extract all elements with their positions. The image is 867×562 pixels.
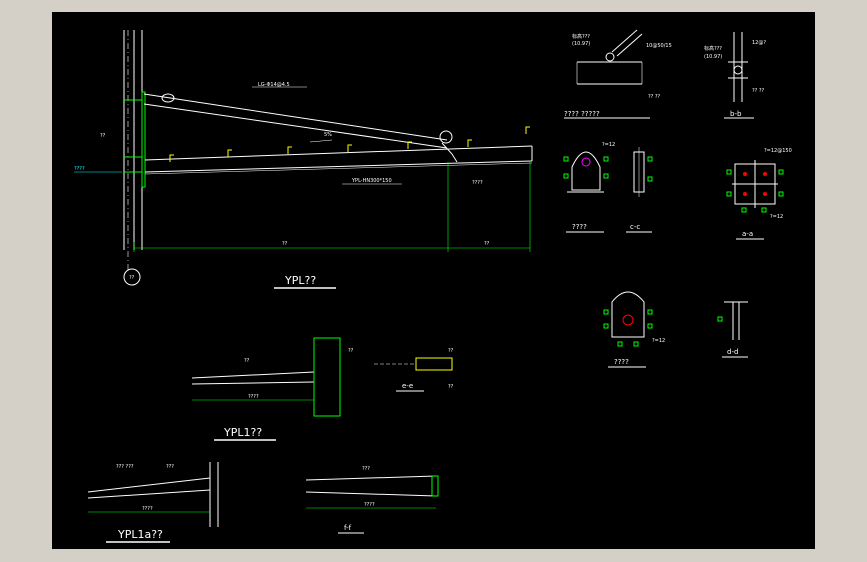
beam-label: YPL-HN300*150 (351, 178, 392, 184)
detail-top-label-2: (10.97) (572, 41, 590, 47)
lug-weld-3 (563, 173, 569, 179)
drawing-svg: ?? LG-Φ14@4.5 YPL-HN300*150 5% ???? ????… (74, 29, 792, 543)
cc-title: c-c (630, 223, 640, 231)
slope-label: 5% (324, 132, 332, 138)
ff-top (305, 475, 437, 481)
section-aa: ?=12@150 ?=12 a-a (726, 148, 792, 240)
bb-pin (733, 65, 743, 75)
cc-weld-1 (647, 156, 653, 162)
slope-arrow (309, 139, 333, 143)
detail-top-rod-1 (611, 29, 638, 53)
aa-label-2: ?=12 (770, 214, 783, 220)
lug-title: ???? (572, 223, 587, 231)
lug-label: ?=12 (602, 142, 615, 148)
detail-top-label-3: 10@50/15 (646, 43, 672, 49)
ee-section (415, 357, 453, 371)
dim-right: ?? (484, 241, 490, 247)
cad-drawing-canvas[interactable]: ?? LG-Φ14@4.5 YPL-HN300*150 5% ???? ????… (52, 12, 815, 549)
ee-title: e-e (402, 382, 413, 390)
bb-label-3: 12@? (752, 40, 766, 46)
application-frame: ?? LG-Φ14@4.5 YPL-HN300*150 5% ???? ????… (0, 0, 867, 562)
detail-top-label-1: 标高??? (572, 33, 590, 40)
detail-top-label-4: ?? ?? (648, 94, 661, 100)
lug-weld-2 (603, 156, 609, 162)
section-cc: c-c (626, 147, 653, 233)
ypl1a-elevation: ???? ??? ??? ??? YPL1a?? (87, 462, 219, 543)
ypl1-column (313, 337, 341, 417)
dim-main: ?? (282, 241, 288, 247)
detail-top: 标高??? (10.97) 10@50/15 ?? ?? ???? ????? (564, 29, 672, 119)
ff-end-plate (431, 475, 439, 497)
bb-title: b-b (730, 110, 742, 118)
aa-label-1: ?=12@150 (764, 148, 792, 154)
ypl1a-bottom (87, 489, 211, 499)
section-ff: ???? ??? f-f (305, 466, 439, 534)
ff-dim-label: ???? (364, 502, 375, 508)
end-bracket (441, 142, 458, 163)
ff-label: ??? (362, 466, 370, 472)
aa-title: a-a (742, 230, 753, 238)
beam-lower-line (144, 162, 533, 175)
axis-label: ?? (129, 275, 135, 281)
rod-top (143, 93, 448, 141)
beam-bottom-flange (144, 160, 533, 173)
ypl1-label: ?? (244, 358, 250, 364)
ff-bottom (305, 491, 437, 497)
bb-label-1: 标高??? (704, 45, 722, 52)
ee-label-1: ?? (448, 348, 454, 354)
rod-pin-right (439, 130, 453, 144)
ypl1a-label-1: ??? ??? (116, 464, 134, 470)
detail-top-pin (605, 52, 615, 62)
ypl1-dim-label: ???? (248, 394, 259, 400)
lug-weld-4 (603, 173, 609, 179)
section-dd: d-d (717, 301, 748, 358)
ypl1a-dim-label: ???? (142, 506, 153, 512)
ff-title: f-f (344, 524, 352, 532)
rod-bottom (143, 103, 448, 149)
dd-weld (717, 316, 723, 322)
plate-title: ???? (614, 358, 629, 366)
detail-lug: ?=12 ???? (563, 142, 615, 233)
ypl1a-title: YPL1a?? (117, 528, 163, 541)
ypl1-bottom (191, 381, 315, 385)
ypl1a-label-2: ??? (166, 464, 174, 470)
bb-label-4: ?? ?? (752, 88, 765, 94)
detail-plate: ?=12 ???? (603, 291, 665, 368)
end-note: ???? (472, 180, 483, 186)
ee-label-2: ?? (448, 384, 454, 390)
lug-hole (581, 157, 591, 167)
dd-title: d-d (727, 348, 738, 356)
ypl1-label-2: ?? (348, 348, 354, 354)
ypl1-top (191, 371, 315, 379)
cc-weld-2 (647, 176, 653, 182)
ypl1-elevation: ???? ?? ?? YPL1?? (191, 337, 354, 441)
dim-left-label: ?? (100, 133, 106, 139)
plate-hole (622, 314, 634, 326)
detail-top-title: ???? ????? (564, 110, 600, 118)
beam-top-flange (144, 145, 533, 161)
lug-weld-1 (563, 156, 569, 162)
plate-label: ?=12 (652, 338, 665, 344)
main-view-title: YPL?? (284, 274, 316, 287)
ypl1a-top (87, 477, 211, 493)
ypl1-title: YPL1?? (223, 426, 262, 439)
detail-top-rod-2 (616, 33, 643, 57)
section-ee: ?? ?? e-e (374, 348, 454, 392)
end-plate (141, 91, 146, 188)
section-bb: 标高??? (10.97) 12@? ?? ?? b-b (704, 32, 766, 119)
elevation-note: ???? (74, 166, 85, 172)
bb-label-2: (10.97) (704, 54, 722, 60)
main-elevation: ?? LG-Φ14@4.5 YPL-HN300*150 5% ???? ????… (74, 30, 533, 289)
